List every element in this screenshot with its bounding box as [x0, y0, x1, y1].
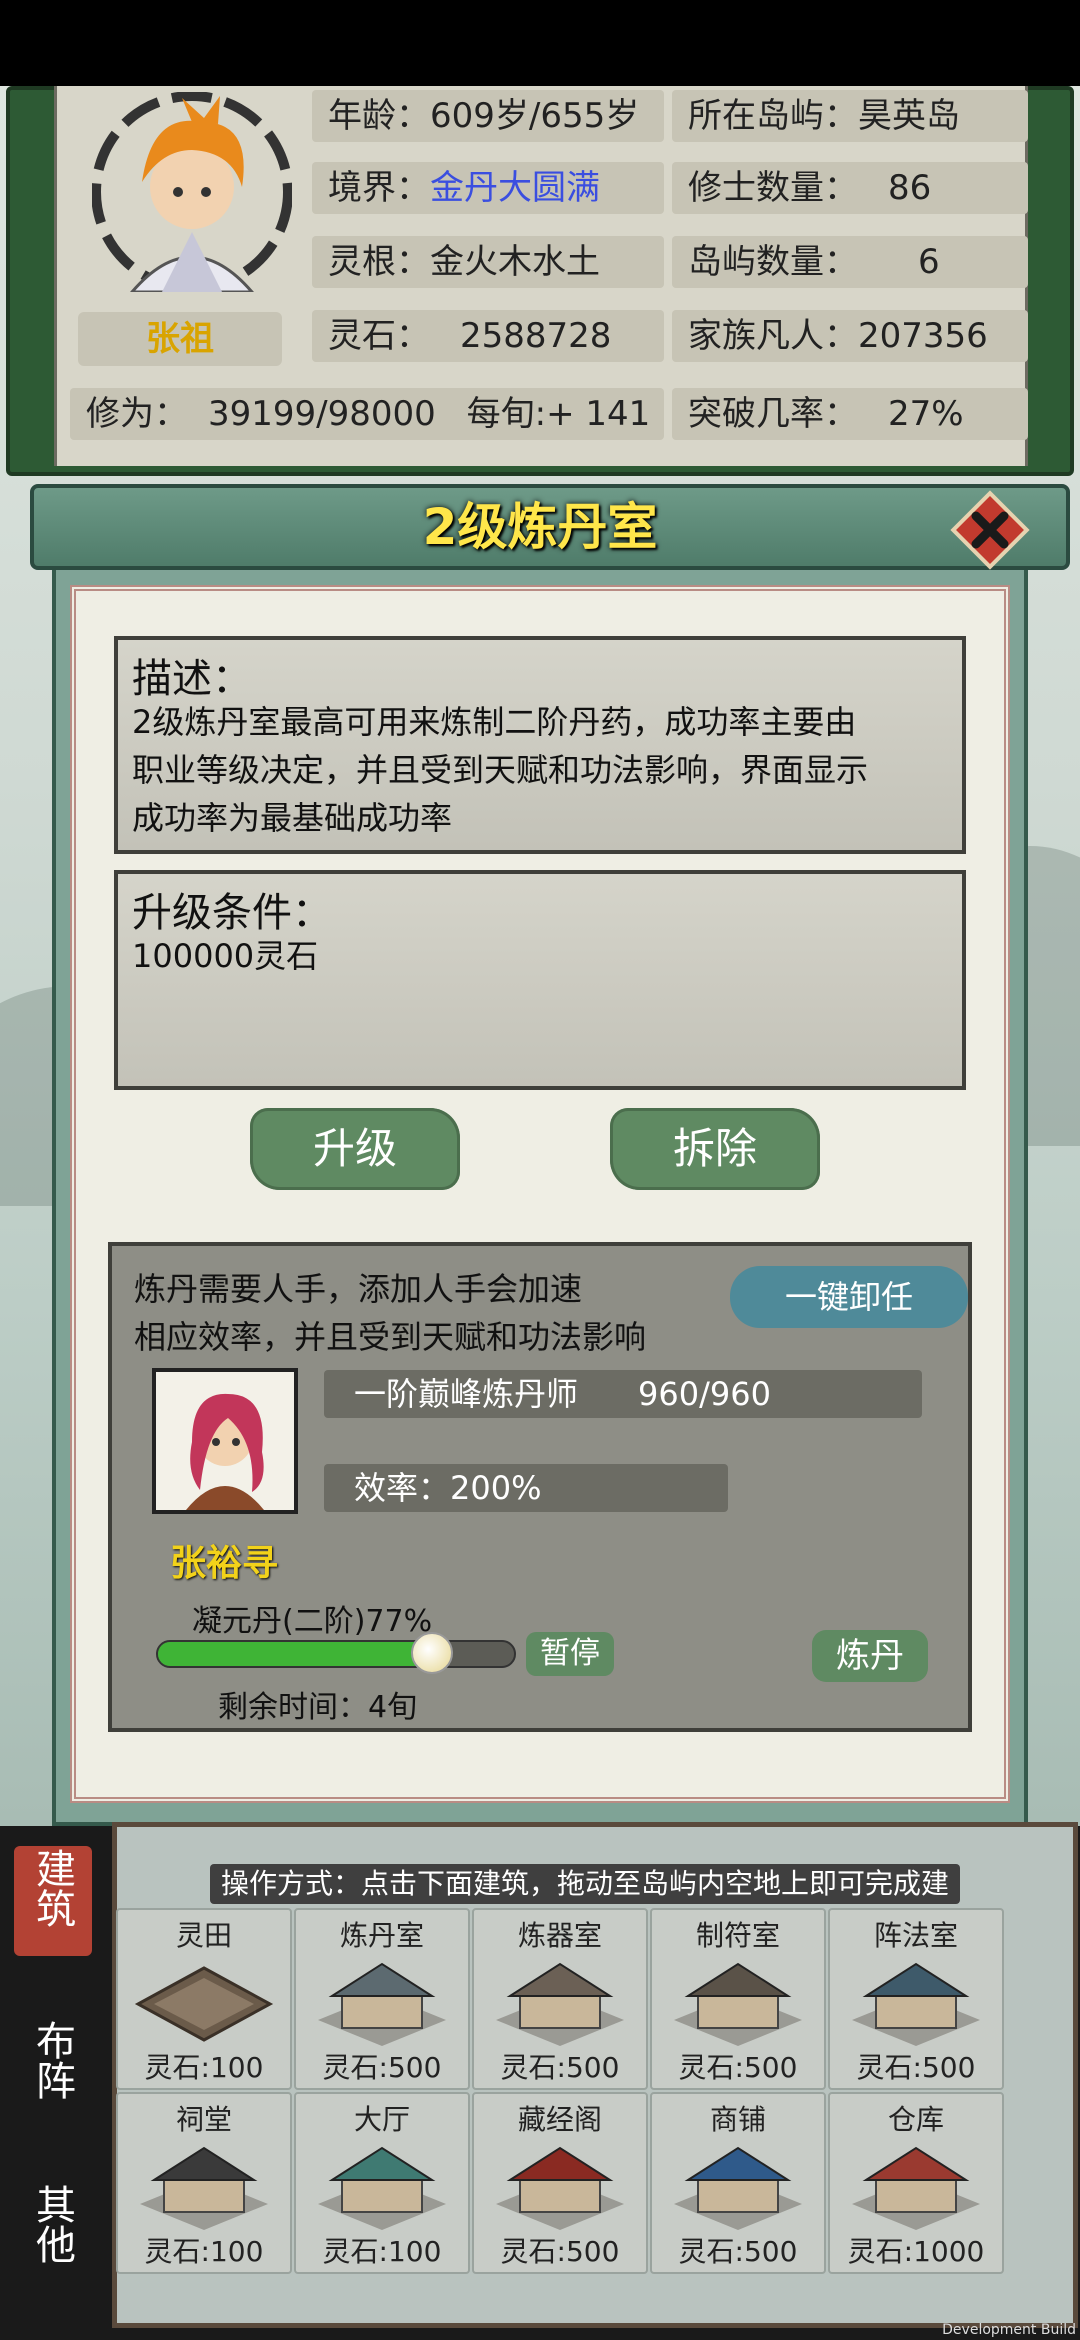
- tab-other[interactable]: 其他: [12, 2184, 92, 2276]
- worker-hint-line1: 炼丹需要人手，添加人手会加速: [134, 1270, 583, 1308]
- description-title: 描述：: [132, 656, 252, 702]
- build-instruction: 操作方式：点击下面建筑，拖动至岛屿内空地上即可完成建设: [210, 1864, 960, 1940]
- building-cost: 灵石:500: [678, 2051, 798, 2084]
- building-cost: 灵石:500: [678, 2235, 798, 2268]
- building-card[interactable]: 炼器室灵石:500: [472, 1908, 648, 2090]
- building-name: 藏经阁: [517, 2103, 602, 2136]
- building-cost: 灵石:500: [856, 2051, 976, 2084]
- demolish-button[interactable]: 拆除: [610, 1108, 820, 1190]
- description-box: 描述： 2级炼丹室最高可用来炼制二阶丹药，成功率主要由 职业等级决定，并且受到天…: [114, 636, 966, 854]
- description-line: 2级炼丹室最高可用来炼制二阶丹药，成功率主要由: [132, 703, 857, 741]
- worker-rank: 一阶巅峰炼丹师: [354, 1375, 579, 1413]
- craft-task: 凝元丹(二阶)77%: [192, 1604, 433, 1639]
- building-icon: [852, 2146, 980, 2230]
- building-name: 大厅: [353, 2103, 410, 2136]
- building-icon: [674, 1962, 802, 2046]
- realm-row: 境界：金丹大圆满: [312, 162, 664, 214]
- building-card[interactable]: 阵法室灵石:500: [828, 1908, 1004, 2090]
- character-name: 张祖: [78, 312, 282, 366]
- remaining-time: 剩余时间：4旬: [218, 1690, 418, 1725]
- building-icon: [496, 1962, 624, 2046]
- building-cost: 灵石:100: [144, 2051, 264, 2084]
- building-name: 炼丹室: [339, 1919, 424, 1952]
- dialog-title: 2级炼丹室: [422, 498, 658, 556]
- building-name: 灵田: [175, 1919, 232, 1952]
- upgrade-box: 升级条件： 100000灵石: [114, 870, 966, 1090]
- worker-exp: 960/960: [638, 1375, 771, 1413]
- building-name: 商铺: [709, 2103, 766, 2136]
- building-cost: 灵石:100: [144, 2235, 264, 2268]
- building-cost: 灵石:500: [322, 2051, 442, 2084]
- craft-button[interactable]: 炼丹: [812, 1630, 928, 1682]
- worker-name: 张裕寻: [170, 1543, 279, 1584]
- island-row: 所在岛屿：昊英岛: [672, 90, 1028, 142]
- building-cost: 灵石:500: [500, 2051, 620, 2084]
- description-line: 成功率为最基础成功率: [132, 799, 453, 837]
- worker-rank-bar: 一阶巅峰炼丹师 960/960: [324, 1370, 922, 1418]
- cultivation-row: 修为： 39199/98000 每旬:+ 141: [70, 388, 664, 440]
- craft-progress-fill: [158, 1642, 432, 1666]
- building-icon: [318, 2146, 446, 2230]
- islands-row: 岛屿数量： 6: [672, 236, 1028, 288]
- dev-build-label: Development Build: [942, 2322, 1076, 2338]
- building-card[interactable]: 灵田灵石:100: [116, 1908, 292, 2090]
- building-card[interactable]: 大厅灵石:100: [294, 2092, 470, 2274]
- tab-build[interactable]: 建筑: [12, 1848, 92, 1940]
- building-card[interactable]: 炼丹室灵石:500: [294, 1908, 470, 2090]
- building-name: 炼器室: [517, 1919, 602, 1952]
- building-card[interactable]: 制符室灵石:500: [650, 1908, 826, 2090]
- upgrade-button[interactable]: 升级: [250, 1108, 460, 1190]
- building-cost: 灵石:1000: [847, 2235, 985, 2268]
- upgrade-title: 升级条件：: [132, 890, 332, 936]
- building-icon: [674, 2146, 802, 2230]
- building-name: 阵法室: [873, 1919, 958, 1952]
- spirit-root-row: 灵根：金火木水土: [312, 236, 664, 288]
- mortals-row: 家族凡人：207356: [672, 310, 1028, 362]
- building-cost: 灵石:100: [322, 2235, 442, 2268]
- building-name: 祠堂: [175, 2103, 232, 2136]
- building-icon: [134, 1966, 274, 2042]
- spirit-stone-row: 灵石： 2588728: [312, 310, 664, 362]
- age-row: 年龄：609岁/655岁: [312, 90, 664, 142]
- building-icon: [852, 1962, 980, 2046]
- building-icon: [140, 2146, 268, 2230]
- close-icon: [950, 490, 1030, 570]
- character-avatar[interactable]: [91, 91, 293, 294]
- building-name: 仓库: [887, 2103, 944, 2136]
- worker-portrait[interactable]: [152, 1368, 298, 1514]
- building-icon: [496, 2146, 624, 2230]
- pause-button[interactable]: 暂停: [526, 1632, 614, 1676]
- building-card[interactable]: 祠堂灵石:100: [116, 2092, 292, 2274]
- breakthrough-row: 突破几率： 27%: [672, 388, 1028, 440]
- status-bar: [0, 0, 1080, 86]
- craft-progress-knob[interactable]: [411, 1632, 453, 1674]
- building-name: 制符室: [695, 1919, 780, 1952]
- close-button[interactable]: [950, 490, 1030, 570]
- worker-hint-line2: 相应效率，并且受到天赋和功法影响: [134, 1318, 647, 1356]
- cultivators-row: 修士数量： 86: [672, 162, 1028, 214]
- building-card[interactable]: 仓库灵石:1000: [828, 2092, 1004, 2274]
- building-cost: 灵石:500: [500, 2235, 620, 2268]
- building-card[interactable]: 商铺灵石:500: [650, 2092, 826, 2274]
- upgrade-cost: 100000灵石: [132, 937, 319, 975]
- worker-efficiency: 效率：200%: [324, 1464, 728, 1512]
- building-icon: [318, 1962, 446, 2046]
- description-line: 职业等级决定，并且受到天赋和功法影响，界面显示: [132, 751, 869, 789]
- building-card[interactable]: 藏经阁灵石:500: [472, 2092, 648, 2274]
- tab-formation[interactable]: 布阵: [12, 2020, 92, 2112]
- dismiss-all-button[interactable]: 一键卸任: [730, 1266, 968, 1328]
